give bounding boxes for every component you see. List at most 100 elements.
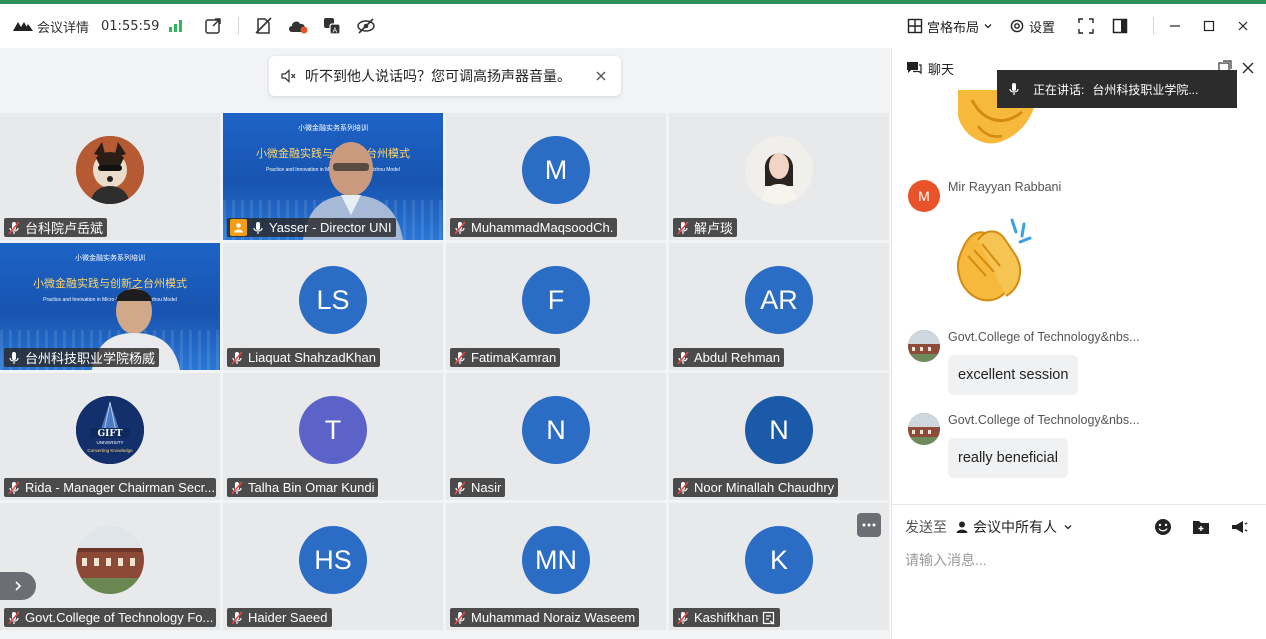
- minimize-icon: [1170, 25, 1180, 27]
- participant-tile[interactable]: AR Abdul Rehman: [669, 243, 889, 370]
- participant-name: Liaquat ShahzadKhan: [248, 350, 376, 365]
- participant-name: 台州科技职业学院杨威: [25, 351, 156, 366]
- participant-name-tag: Nasir: [450, 478, 506, 497]
- participant-tile[interactable]: 解卢琰: [669, 113, 889, 240]
- mic-muted-icon: [8, 220, 20, 235]
- settings-label: 设置: [1028, 19, 1055, 35]
- settings-button[interactable]: 设置: [1009, 17, 1055, 36]
- hide-video-icon[interactable]: [355, 15, 377, 37]
- participant-name: 台科院卢岳斌: [25, 221, 104, 236]
- mic-speaking-icon: [1009, 83, 1019, 95]
- mic-muted-icon: [231, 610, 243, 625]
- participant-name-tag: 解卢琰: [673, 218, 738, 237]
- sidebar-toggle-button[interactable]: [1105, 11, 1135, 41]
- folder-icon: [1193, 521, 1209, 534]
- fullscreen-button[interactable]: [1071, 11, 1101, 41]
- notice-close-icon[interactable]: [593, 68, 609, 84]
- close-window-button[interactable]: [1228, 11, 1258, 41]
- participant-name-tag: Govt.College of Technology Fo...: [4, 608, 216, 627]
- mic-muted-icon: [677, 220, 689, 235]
- chevron-down-icon: [984, 24, 992, 29]
- participant-tile[interactable]: 小微金融实务系列培训小微金融实践与创新之台州模式Practice and Inn…: [0, 243, 220, 370]
- avatar: [908, 413, 940, 445]
- participant-name-tag: 台州科技职业学院杨威: [4, 348, 160, 367]
- participant-name-tag: Noor Minallah Chaudhry: [673, 478, 839, 497]
- mic-muted-icon: [454, 610, 466, 625]
- maximize-button[interactable]: [1194, 11, 1224, 41]
- emoji-button[interactable]: [1153, 517, 1173, 537]
- svg-text:A: A: [333, 28, 338, 35]
- participant-tile[interactable]: GIFT UNIVERSITY Converting Knowledge Rida -…: [0, 373, 220, 500]
- announcement-button[interactable]: [1229, 517, 1249, 537]
- chevron-right-icon: [15, 581, 22, 591]
- active-speaker-indicator: 正在讲话: 台州科技职业学院...: [997, 70, 1237, 108]
- participant-tile[interactable]: 小微金融实务系列培训小微金融实践与创新之台州模式Practice and Inn…: [223, 113, 443, 240]
- svg-text:Converting Knowledge: Converting Knowledge: [87, 448, 133, 453]
- emoji-icon: [1155, 519, 1171, 535]
- screen-share-icon: [763, 611, 775, 625]
- participant-name: MuhammadMaqsoodCh.: [471, 220, 614, 235]
- participant-name: Nasir: [471, 480, 502, 495]
- participant-name: Abdul Rehman: [694, 350, 780, 365]
- participant-tile[interactable]: K Kashifkhan: [669, 503, 889, 630]
- avatar-initials: M: [544, 154, 568, 185]
- mic-on-icon: [9, 351, 19, 364]
- person-icon: [956, 521, 968, 533]
- chat-message-input[interactable]: [905, 548, 1255, 572]
- message-bubble: really beneficial: [948, 438, 1068, 478]
- participant-tile[interactable]: N Nasir: [446, 373, 666, 500]
- gear-icon: [1010, 19, 1024, 33]
- participant-name-tag: 台科院卢岳斌: [4, 218, 108, 237]
- transcript-icon[interactable]: A: [321, 15, 343, 37]
- chat-title: 聊天: [928, 61, 955, 77]
- participant-name: Noor Minallah Chaudhry: [694, 480, 835, 495]
- participant-tile[interactable]: 台科院卢岳斌: [0, 113, 220, 240]
- grid-layout-label: 宫格布局: [926, 19, 979, 35]
- participant-tile[interactable]: Govt.College of Technology Fo...: [0, 503, 220, 630]
- participant-tile[interactable]: F FatimaKamran: [446, 243, 666, 370]
- grid-layout-icon: [907, 18, 923, 34]
- participant-tile[interactable]: MN Muhammad Noraiz Waseem: [446, 503, 666, 630]
- chat-close-icon[interactable]: [1240, 60, 1256, 76]
- avatar: LS: [299, 266, 367, 334]
- participant-name-tag: FatimaKamran: [450, 348, 561, 367]
- more-options-button[interactable]: [857, 513, 881, 537]
- grid-layout-button[interactable]: 宫格布局: [907, 17, 993, 36]
- participant-tile[interactable]: N Noor Minallah Chaudhry: [669, 373, 889, 500]
- close-icon: [1238, 21, 1248, 31]
- cloud-record-icon[interactable]: [287, 15, 309, 37]
- avatar: M: [908, 180, 940, 212]
- toolbar-divider: [1153, 17, 1154, 35]
- participant-name: Kashifkhan: [694, 610, 759, 625]
- mic-muted-icon: [677, 610, 689, 625]
- share-link-icon[interactable]: [202, 15, 224, 37]
- mic-muted-icon: [454, 350, 466, 365]
- participant-tile[interactable]: LS Liaquat ShahzadKhan: [223, 243, 443, 370]
- participant-name-tag: MuhammadMaqsoodCh.: [450, 218, 618, 237]
- participant-name-tag: Abdul Rehman: [673, 348, 784, 367]
- speaking-name: 台州科技职业学院...: [1092, 82, 1199, 97]
- host-badge-icon: [230, 219, 247, 236]
- participant-tile[interactable]: T Talha Bin Omar Kundi: [223, 373, 443, 500]
- meeting-details-link[interactable]: 会议详情: [37, 17, 89, 36]
- network-signal-icon[interactable]: [169, 20, 183, 32]
- slide-header: 小微金融实务系列培训: [298, 125, 368, 132]
- participant-tile[interactable]: HS Haider Saeed: [223, 503, 443, 630]
- participant-name: Talha Bin Omar Kundi: [248, 480, 375, 495]
- avatar: [745, 136, 813, 204]
- mic-on-icon: [253, 221, 263, 234]
- mic-muted-icon: [677, 350, 689, 365]
- chat-icon: [907, 62, 922, 75]
- avatar: T: [299, 396, 367, 464]
- mic-muted-icon: [454, 480, 466, 495]
- file-button[interactable]: [1191, 517, 1211, 537]
- chevron-down-icon: [1064, 525, 1072, 530]
- expand-panel-button[interactable]: [0, 572, 36, 600]
- participant-tile[interactable]: M MuhammadMaqsoodCh.: [446, 113, 666, 240]
- participant-name-tag: Rida - Manager Chairman Secr...: [4, 478, 216, 497]
- send-to-selector[interactable]: 发送至 会议中所有人: [905, 516, 1073, 538]
- recording-off-icon[interactable]: [253, 15, 275, 37]
- speaking-label: 正在讲话:: [1033, 82, 1085, 97]
- avatar: K: [745, 526, 813, 594]
- minimize-button[interactable]: [1160, 11, 1190, 41]
